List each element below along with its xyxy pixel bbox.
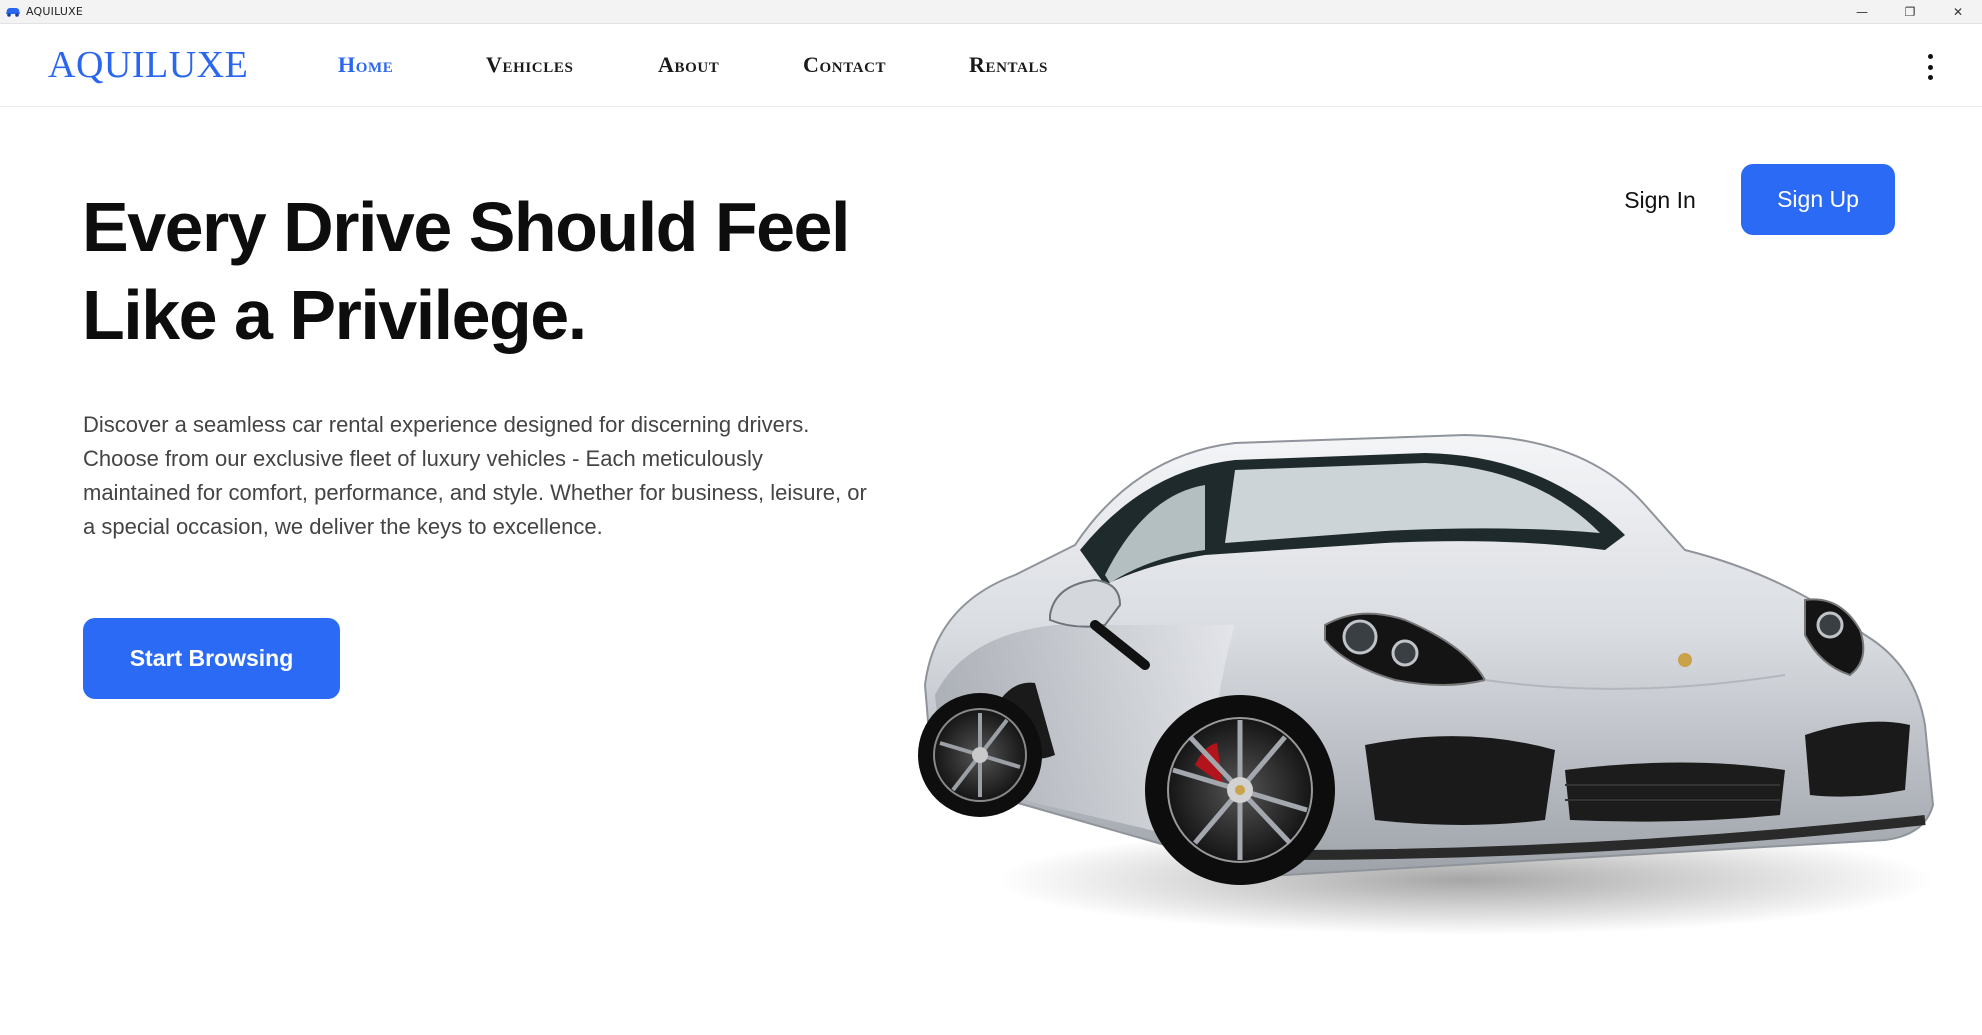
kebab-dot <box>1927 64 1933 70</box>
kebab-dot <box>1927 54 1933 59</box>
hero-description: Discover a seamless car rental experienc… <box>83 412 867 539</box>
window-controls: — ❐ ✕ <box>1838 0 1982 24</box>
car-app-icon <box>6 8 20 17</box>
nav-link-vehicles[interactable]: Vehicles <box>486 52 573 78</box>
nav-link-about[interactable]: About <box>658 52 719 78</box>
hero-headline-line1: Every Drive Should Feel <box>82 188 850 266</box>
nav-link-contact[interactable]: Contact <box>803 52 886 78</box>
window-titlebar: AQUILUXE — ❐ ✕ <box>0 0 1982 24</box>
hero-headline: Every Drive Should Feel Like a Privilege… <box>82 183 982 359</box>
minimize-button[interactable]: — <box>1838 0 1886 24</box>
window-title: AQUILUXE <box>26 5 84 18</box>
close-button[interactable]: ✕ <box>1934 0 1982 24</box>
start-browsing-button[interactable]: Start Browsing <box>83 618 340 699</box>
main-navbar: AQUILUXE Home Vehicles About Contact Ren… <box>0 25 1982 107</box>
hero-headline-line2: Like a Privilege. <box>82 276 587 354</box>
sign-up-button[interactable]: Sign Up <box>1741 164 1895 235</box>
sports-car-image <box>918 433 1935 935</box>
more-vertical-icon[interactable] <box>1920 51 1940 83</box>
brand-logo[interactable]: AQUILUXE <box>48 43 248 87</box>
kebab-dot <box>1927 75 1933 80</box>
sign-in-button[interactable]: Sign In <box>1610 165 1710 235</box>
restore-button[interactable]: ❐ <box>1886 0 1934 24</box>
nav-link-rentals[interactable]: Rentals <box>969 52 1048 78</box>
nav-link-home[interactable]: Home <box>338 52 393 78</box>
